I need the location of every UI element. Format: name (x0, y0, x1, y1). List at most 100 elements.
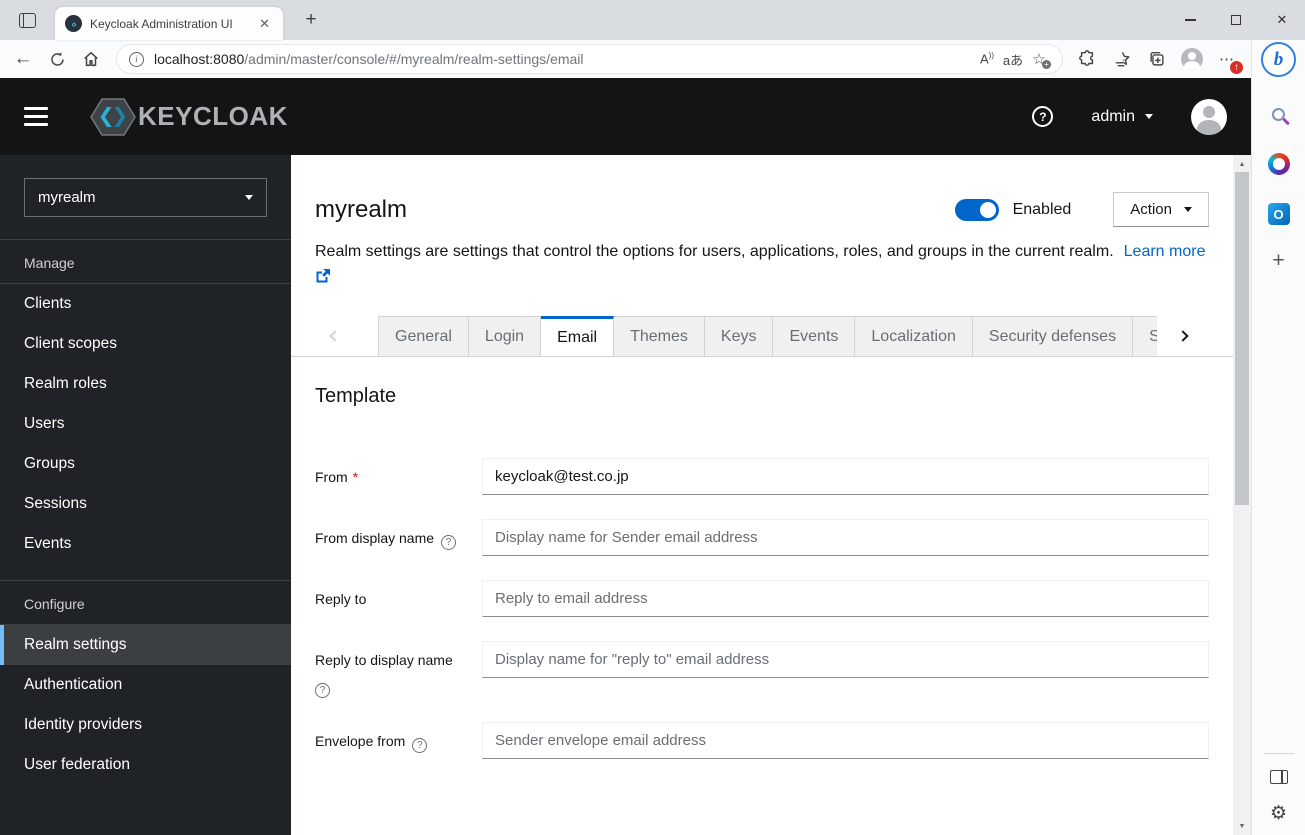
tab-email[interactable]: Email (541, 316, 615, 357)
bing-chat-button[interactable]: b (1261, 42, 1296, 77)
extensions-icon (1079, 50, 1094, 66)
action-dropdown-button[interactable]: Action (1113, 192, 1209, 227)
help-icon[interactable]: ? (1032, 106, 1054, 127)
learn-more-link[interactable]: Learn more (1124, 243, 1206, 260)
form-field-reply-to: Reply to (315, 580, 1209, 618)
sidebar-item-realm-settings[interactable]: Realm settings (0, 625, 291, 665)
reply-to-input[interactable] (482, 580, 1209, 618)
minimize-icon (1184, 19, 1196, 21)
sidebar-item-clients[interactable]: Clients (0, 284, 291, 324)
sidebar-add-button[interactable]: + (1272, 249, 1284, 273)
form-field-from: From * (315, 458, 1209, 496)
external-link-row (315, 268, 1209, 289)
window-minimize-button[interactable] (1167, 0, 1213, 40)
field-input-wrap (482, 458, 1209, 496)
form-field-reply-to-display-name: Reply to display name? (315, 641, 1209, 699)
plus-badge-icon: + (1042, 60, 1051, 69)
envelope-from-input[interactable] (482, 722, 1209, 760)
sidebar-panel-button[interactable] (1269, 770, 1288, 784)
sidebar-item-realm-roles[interactable]: Realm roles (0, 364, 291, 404)
browser-tab[interactable]: ‹› Keycloak Administration UI ✕ (55, 7, 283, 40)
keycloak-sidebar: myrealm Manage Clients Client scopes Realm … (0, 155, 291, 835)
field-label-text: From display name (315, 530, 435, 547)
required-indicator: * (352, 469, 359, 486)
window-controls: ✕ (1167, 0, 1305, 40)
chevron-right-icon (1177, 330, 1189, 342)
scroll-up-arrow[interactable]: ▲ (1233, 156, 1251, 172)
read-aloud-button[interactable]: A)) (974, 51, 1000, 66)
tab-general[interactable]: General (378, 316, 469, 357)
sidebar-item-events[interactable]: Events (0, 524, 291, 564)
scrollbar-thumb[interactable] (1235, 172, 1249, 505)
sidebar-office-button[interactable] (1264, 151, 1294, 177)
user-avatar[interactable] (1191, 98, 1227, 135)
microsoft-365-icon (1267, 153, 1290, 175)
toolbar-buttons: ⋯ ↑ (1073, 45, 1244, 75)
back-button[interactable]: ← (8, 45, 38, 73)
reply-to-display-name-input[interactable] (482, 641, 1209, 679)
scroll-down-arrow[interactable]: ▼ (1233, 818, 1251, 834)
outlook-icon: O (1267, 203, 1290, 225)
tab-events[interactable]: Events (773, 316, 856, 357)
address-bar[interactable]: i localhost:8080/admin/master/console/#/… (116, 44, 1063, 74)
add-favorite-button[interactable]: ☆ + (1026, 50, 1052, 69)
tab-actions-button[interactable] (10, 6, 44, 34)
extensions-button[interactable] (1073, 45, 1101, 73)
sidebar-item-client-scopes[interactable]: Client scopes (0, 324, 291, 364)
tab-security-defenses[interactable]: Security defenses (972, 316, 1134, 357)
home-button[interactable] (76, 45, 106, 73)
sidebar-item-user-federation[interactable]: User federation (0, 745, 291, 785)
from-display-name-input[interactable] (482, 519, 1209, 557)
help-icon[interactable]: ? (412, 738, 428, 754)
collections-button[interactable] (1143, 45, 1171, 73)
bing-icon: b (1273, 48, 1284, 70)
keycloak-favicon-icon: ‹› (65, 15, 82, 32)
tab-localization[interactable]: Localization (855, 316, 973, 357)
search-icon (1272, 107, 1285, 121)
translate-button[interactable]: aあ (1000, 50, 1026, 69)
refresh-icon (50, 51, 64, 66)
user-menu[interactable]: admin (1091, 108, 1153, 126)
sidebar-outlook-button[interactable]: O (1264, 201, 1294, 227)
window-maximize-button[interactable] (1213, 0, 1259, 40)
sidebar-divider (1263, 753, 1294, 754)
nav-toggle-button[interactable] (24, 107, 48, 126)
keycloak-logo[interactable]: KEYCLOAK (90, 96, 288, 138)
sidebar-item-identity-providers[interactable]: Identity providers (0, 705, 291, 745)
from-input[interactable] (482, 458, 1209, 496)
tab-layout-icon (18, 12, 36, 28)
form-field-from-display-name: From display name? (315, 519, 1209, 557)
app-body: myrealm Manage Clients Client scopes Realm … (0, 155, 1251, 835)
sidebar-item-sessions[interactable]: Sessions (0, 484, 291, 524)
tab-themes[interactable]: Themes (614, 316, 705, 357)
email-template-form: From* From display name? Reply to Reply to … (315, 458, 1209, 760)
browser-menu-button[interactable]: ⋯ ↑ (1213, 45, 1244, 75)
tab-login[interactable]: Login (468, 316, 542, 357)
realm-selector[interactable]: myrealm (24, 178, 267, 217)
settings-gear-button[interactable]: ⚙ (1270, 802, 1287, 825)
browser-profile-button[interactable] (1178, 45, 1206, 73)
sidebar-item-users[interactable]: Users (0, 404, 291, 444)
tab-close-icon[interactable]: ✕ (254, 14, 275, 34)
favorites-button[interactable] (1108, 45, 1136, 73)
help-icon[interactable]: ? (441, 535, 457, 551)
new-tab-button[interactable]: + (297, 9, 325, 33)
window-close-button[interactable]: ✕ (1259, 0, 1305, 40)
realm-header: myrealm Enabled Action (315, 192, 1209, 227)
tab-scroll-right-button[interactable] (1157, 316, 1233, 357)
tab-scroll-left-button[interactable] (291, 316, 378, 356)
sidebar-item-groups[interactable]: Groups (0, 444, 291, 484)
field-input-wrap (482, 580, 1209, 618)
sidebar-search-button[interactable] (1264, 101, 1294, 127)
field-label-from: From * (315, 458, 482, 495)
tab-keys[interactable]: Keys (704, 316, 774, 357)
help-icon[interactable]: ? (315, 683, 330, 699)
site-info-icon[interactable]: i (129, 51, 144, 67)
tab-sessions[interactable]: Sessions (1133, 316, 1157, 357)
refresh-button[interactable] (42, 45, 72, 73)
page-scrollbar[interactable]: ▲ ▼ (1233, 155, 1251, 835)
enabled-toggle[interactable] (954, 198, 999, 221)
external-link-icon[interactable] (315, 268, 331, 284)
nav-section-label-configure: Configure (24, 596, 85, 612)
sidebar-item-authentication[interactable]: Authentication (0, 665, 291, 705)
